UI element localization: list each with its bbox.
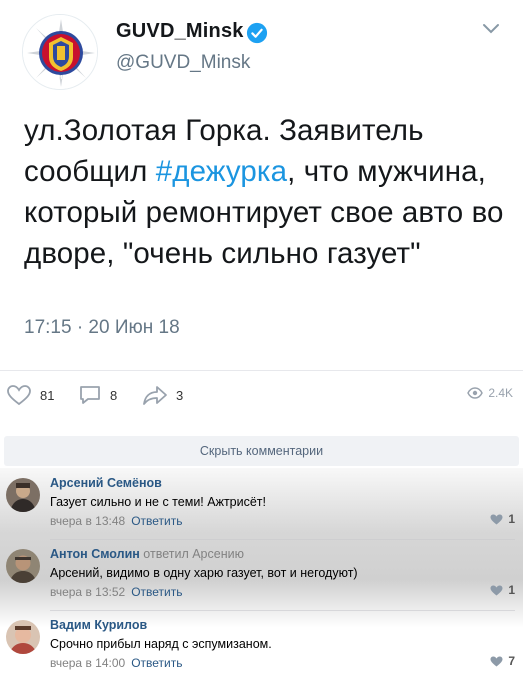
comment-item: Вадим Курилов Срочно прибыл наряд с эспу… bbox=[0, 612, 523, 674]
comment-icon bbox=[80, 386, 100, 404]
comment-author[interactable]: Вадим Курилов bbox=[50, 618, 147, 632]
heart-icon bbox=[7, 385, 31, 406]
comment-text: Срочно прибыл наряд с эспумизаном. bbox=[50, 637, 272, 651]
comment-like-count: 7 bbox=[508, 654, 515, 668]
comment-text: Арсений, видимо в одну харю газует, вот … bbox=[50, 566, 358, 580]
avatar-image-icon bbox=[6, 478, 40, 512]
comment-avatar[interactable] bbox=[6, 549, 40, 583]
reply-to-label[interactable]: ответил Арсению bbox=[143, 547, 244, 561]
chevron-down-icon[interactable] bbox=[482, 22, 500, 36]
user-handle[interactable]: @GUVD_Minsk bbox=[116, 52, 250, 74]
views-counter: 2.4K bbox=[467, 386, 513, 400]
like-count: 81 bbox=[40, 387, 55, 403]
guvd-logo-icon: МІНСК bbox=[23, 15, 97, 89]
comment-item: Антон Смолин ответил Арсению Арсений, ви… bbox=[0, 541, 523, 609]
share-count: 3 bbox=[176, 387, 184, 403]
comment-author-link[interactable]: Антон Смолин bbox=[50, 547, 140, 561]
share-button[interactable]: 3 bbox=[142, 384, 183, 406]
comment-like-count: 1 bbox=[508, 583, 515, 597]
comment-time[interactable]: вчера в 13:52 bbox=[50, 585, 125, 599]
comment-meta: вчера в 13:48 Ответить bbox=[50, 514, 182, 528]
avatar-image-icon bbox=[6, 620, 40, 654]
comment-text: Газует сильно и не с теми! Ажтрисёт! bbox=[50, 495, 267, 509]
hide-comments-button[interactable]: Скрыть комментарии bbox=[4, 436, 519, 466]
svg-text:МІНСК: МІНСК bbox=[52, 75, 70, 81]
reply-link[interactable]: Ответить bbox=[131, 656, 182, 670]
comment-like-button[interactable]: 1 bbox=[490, 512, 515, 526]
display-name[interactable]: GUVD_Minsk bbox=[116, 20, 244, 43]
profile-avatar[interactable]: МІНСК bbox=[22, 14, 98, 90]
tweet-card: МІНСК GUVD_Minsk @GUVD_Minsk ул.Золотая … bbox=[0, 0, 523, 370]
comment-item: Арсений Семёнов Газует сильно и не с тем… bbox=[0, 470, 523, 538]
comment-time[interactable]: вчера в 13:48 bbox=[50, 514, 125, 528]
comment-avatar[interactable] bbox=[6, 620, 40, 654]
comment-separator bbox=[50, 610, 515, 611]
reply-link[interactable]: Ответить bbox=[131, 585, 182, 599]
comments-section: Скрыть комментарии Арсений Семёнов Газуе… bbox=[0, 436, 523, 674]
verified-badge-icon bbox=[246, 22, 268, 44]
views-count: 2.4K bbox=[488, 386, 513, 400]
comment-like-button[interactable]: 1 bbox=[490, 583, 515, 597]
comment-avatar[interactable] bbox=[6, 478, 40, 512]
heart-icon bbox=[490, 585, 503, 595]
comment-time[interactable]: вчера в 14:00 bbox=[50, 656, 125, 670]
heart-icon bbox=[490, 656, 503, 666]
comment-count: 8 bbox=[110, 387, 118, 403]
heart-icon bbox=[490, 514, 503, 524]
avatar-image-icon bbox=[6, 549, 40, 583]
share-icon bbox=[143, 386, 167, 405]
hashtag-link[interactable]: #дежурка bbox=[156, 155, 287, 188]
section-gap bbox=[0, 422, 523, 436]
eye-icon bbox=[467, 387, 484, 399]
comment-meta: вчера в 13:52 Ответить bbox=[50, 585, 182, 599]
comment-separator bbox=[50, 539, 515, 540]
tweet-text: ул.Золотая Горка. Заявитель сообщил #деж… bbox=[24, 110, 514, 274]
comment-like-button[interactable]: 7 bbox=[490, 654, 515, 668]
comment-like-count: 1 bbox=[508, 512, 515, 526]
reply-link[interactable]: Ответить bbox=[131, 514, 182, 528]
comment-author: Антон Смолин ответил Арсению bbox=[50, 547, 244, 561]
comment-button[interactable]: 8 bbox=[78, 384, 117, 406]
post-action-bar: 81 8 3 2.4K bbox=[0, 370, 523, 422]
tweet-timestamp[interactable]: 17:15 · 20 Июн 18 bbox=[24, 317, 180, 339]
comment-author[interactable]: Арсений Семёнов bbox=[50, 476, 162, 490]
comment-meta: вчера в 14:00 Ответить bbox=[50, 656, 182, 670]
like-button[interactable]: 81 bbox=[6, 384, 54, 406]
